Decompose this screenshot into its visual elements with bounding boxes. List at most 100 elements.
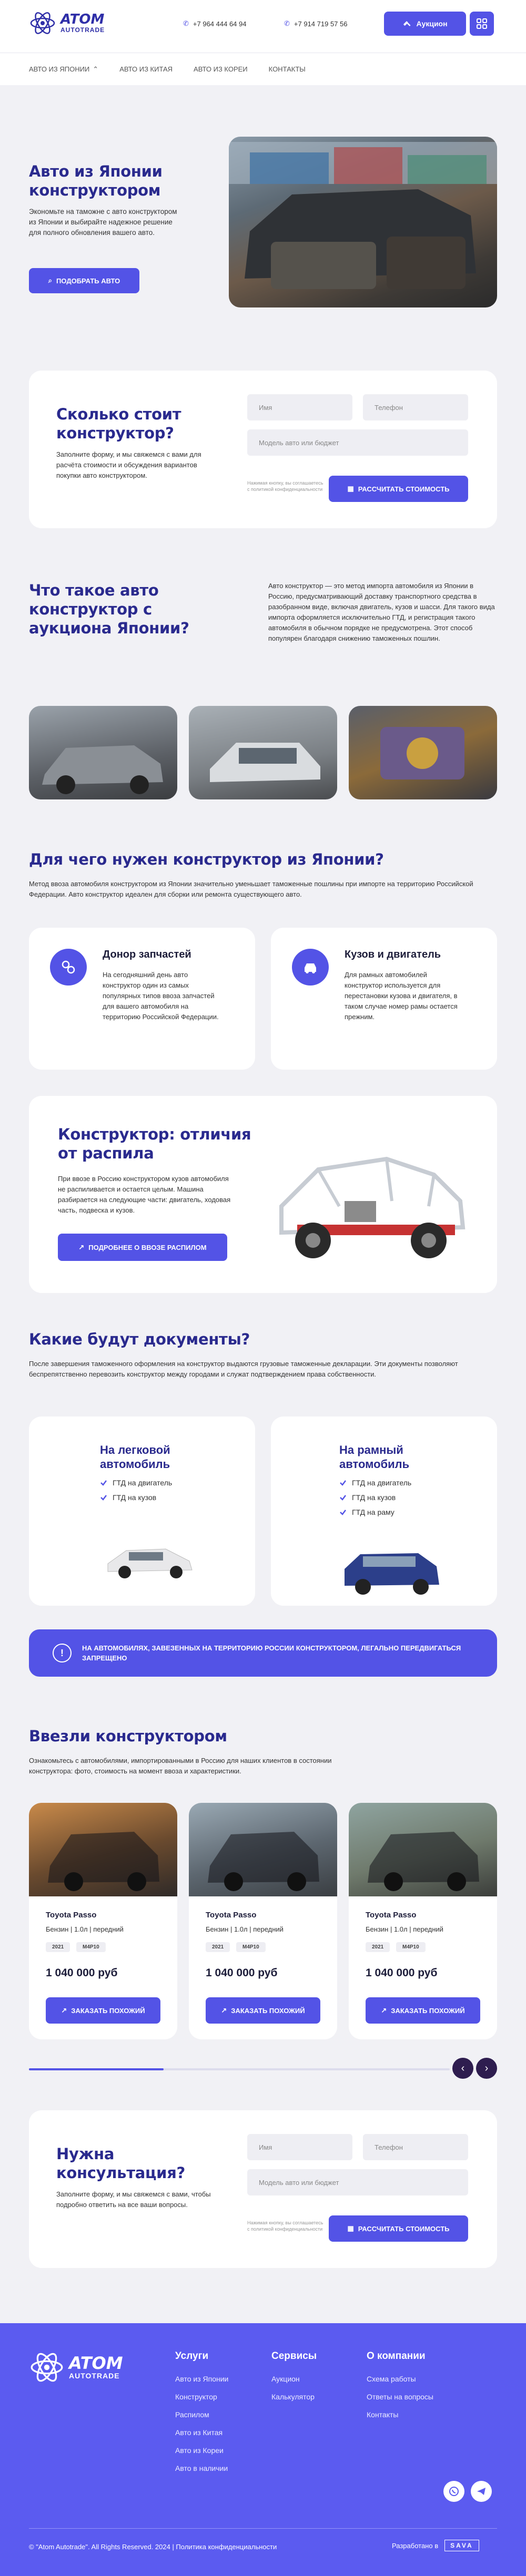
developer-credit[interactable]: Разработано в SAVA <box>392 2540 479 2551</box>
sava-logo: SAVA <box>444 2540 479 2551</box>
why-title: Для чего нужен конструктор из Японии? <box>29 850 384 868</box>
doc-card-frame: На рамный автомобиль ГТД на двигатель ГТ… <box>271 1417 497 1606</box>
car-code-badge: M4P10 <box>236 1942 266 1952</box>
footer-link[interactable]: Распилом <box>175 2410 228 2419</box>
nav-korea[interactable]: АВТО ИЗ КОРЕИ <box>194 65 248 73</box>
footer-divider <box>29 2528 497 2529</box>
doc-item: ГТД на кузов <box>100 1493 172 1502</box>
car-price: 1 040 000 руб <box>366 1967 438 1979</box>
menu-button[interactable] <box>470 12 494 36</box>
consult-name-input[interactable]: Имя <box>247 2134 352 2160</box>
car-spec: Бензин | 1.0л | передний <box>206 1925 284 1933</box>
body-engine-card: Кузов и двигатель Для рамных автомобилей… <box>271 928 497 1070</box>
doc-card-sedan-title: На легковой автомобиль <box>100 1443 170 1471</box>
donor-card-title: Донор запчастей <box>103 949 191 960</box>
pick-car-button[interactable]: ⌕ ПОДОБРАТЬ АВТО <box>29 268 139 293</box>
check-icon <box>340 1480 346 1486</box>
doc-item: ГТД на кузов <box>339 1493 411 1502</box>
cost-form-title: Сколько стоит конструктор? <box>56 405 181 442</box>
consent-text: Нажимая кнопку, вы соглашаетесь с полити… <box>247 480 323 492</box>
nav-japan[interactable]: АВТО ИЗ ЯПОНИИ ⌃ <box>29 65 98 74</box>
car-icon <box>305 963 316 973</box>
telegram-button[interactable] <box>471 2481 492 2502</box>
what-title: Что такое авто конструктор с аукциона Яп… <box>29 581 189 637</box>
car-name: Toyota Passo <box>206 1911 257 1920</box>
footer-logo[interactable]: ATOM AUTOTRADE <box>29 2349 123 2385</box>
name-input[interactable]: Имя <box>247 394 352 420</box>
check-icon <box>340 1495 346 1501</box>
header: ATOM AUTOTRADE ✆ +7 964 444 64 94 ✆ +7 9… <box>0 0 526 53</box>
arrow-up-right-icon: ↗ <box>221 2006 227 2014</box>
car-code-badge: M4P10 <box>76 1942 106 1952</box>
logo[interactable]: ATOM AUTOTRADE <box>29 9 105 37</box>
phone-input[interactable]: Телефон <box>363 394 468 420</box>
car-card: Toyota Passo Бензин | 1.0л | передний 20… <box>189 1803 337 2039</box>
footer-link[interactable]: Контакты <box>367 2410 433 2419</box>
footer-link[interactable]: Калькулятор <box>271 2393 317 2401</box>
nav-contacts[interactable]: КОНТАКТЫ <box>269 65 306 73</box>
footer-col-title: О компании <box>367 2351 426 2362</box>
car-photo[interactable] <box>189 1803 337 1896</box>
footer-link[interactable]: Авто из Китая <box>175 2428 228 2437</box>
model-input[interactable]: Модель авто или бюджет <box>247 429 468 456</box>
check-icon <box>340 1510 346 1515</box>
footer-link[interactable]: Авто из Кореи <box>175 2446 228 2455</box>
phone-1[interactable]: ✆ +7 964 444 64 94 <box>183 19 246 28</box>
footer-link[interactable]: Авто из Японии <box>175 2375 228 2383</box>
gavel-icon <box>403 21 411 26</box>
phone-icon: ✆ <box>183 19 189 27</box>
footer-link[interactable]: Конструктор <box>175 2393 228 2401</box>
car-year-badge: 2021 <box>46 1942 70 1952</box>
car-price: 1 040 000 руб <box>46 1967 118 1979</box>
what-text: Авто конструктор — это метод импорта авт… <box>268 582 495 642</box>
calc-cost-button[interactable]: ▦ РАССЧИТАТЬ СТОИМОСТЬ <box>329 476 468 502</box>
suv-image <box>339 1548 444 1598</box>
consult-calc-button[interactable]: ▦ РАССЧИТАТЬ СТОИМОСТЬ <box>329 2215 468 2242</box>
slider-prev-button[interactable]: ‹ <box>452 2058 473 2079</box>
footer-link[interactable]: Схема работы <box>367 2375 433 2383</box>
arrow-up-right-icon: ↗ <box>61 2006 67 2014</box>
atom-icon <box>31 2353 63 2382</box>
slider-next-button[interactable]: › <box>476 2058 497 2079</box>
parts-icon-badge <box>50 949 87 986</box>
copyright[interactable]: © "Atom Autotrade". All Rights Reserved.… <box>29 2543 277 2551</box>
check-icon <box>100 1480 107 1486</box>
order-similar-button[interactable]: ↗ ЗАКАЗАТЬ ПОХОЖИЙ <box>206 1997 320 2024</box>
logo-name: ATOM <box>60 12 105 27</box>
car-photo[interactable] <box>349 1803 497 1896</box>
doc-card-frame-title: На рамный автомобиль <box>339 1443 410 1471</box>
what-section: Что такое авто конструктор с аукциона Яп… <box>29 581 497 823</box>
saw-details-button[interactable]: ↗ ПОДРОБНЕЕ О ВВОЗЕ РАСПИЛОМ <box>58 1234 227 1261</box>
auction-button[interactable]: Аукцион <box>384 12 466 36</box>
doc-item: ГТД на двигатель <box>339 1479 411 1487</box>
arrow-up-right-icon: ↗ <box>78 1243 85 1251</box>
footer-link[interactable]: Ответы на вопросы <box>367 2393 433 2401</box>
whatsapp-button[interactable] <box>443 2481 464 2502</box>
diff-text: При ввозе в Россию конструктором кузов а… <box>58 1175 231 1214</box>
order-similar-button[interactable]: ↗ ЗАКАЗАТЬ ПОХОЖИЙ <box>46 1997 160 2024</box>
imported-title: Ввезли конструктором <box>29 1727 227 1745</box>
slider-progress-fill <box>29 2068 164 2070</box>
doc-list-frame: ГТД на двигатель ГТД на кузов ГТД на рам… <box>339 1479 411 1523</box>
footer-col-company: О компании Схема работы Ответы на вопрос… <box>367 2351 433 2428</box>
donor-card: Донор запчастей На сегодняшний день авто… <box>29 928 255 1070</box>
phone-2[interactable]: ✆ +7 914 719 57 56 <box>284 19 347 28</box>
footer: ATOM AUTOTRADE Услуги Авто из Японии Кон… <box>0 2323 526 2576</box>
nav-china[interactable]: АВТО ИЗ КИТАЯ <box>119 65 173 73</box>
arrow-up-right-icon: ↗ <box>381 2006 387 2014</box>
gallery-image-3 <box>349 706 497 799</box>
order-similar-button[interactable]: ↗ ЗАКАЗАТЬ ПОХОЖИЙ <box>366 1997 480 2024</box>
consult-text: Заполните форму, и мы свяжемся с вами, ч… <box>56 2190 211 2209</box>
footer-link[interactable]: Аукцион <box>271 2375 317 2383</box>
cost-form-text: Заполните форму, и мы свяжемся с вами дл… <box>56 450 201 479</box>
car-card: Toyota Passo Бензин | 1.0л | передний 20… <box>29 1803 177 2039</box>
consult-title: Нужна консультация? <box>56 2145 186 2182</box>
car-spec: Бензин | 1.0л | передний <box>366 1925 443 1933</box>
footer-col-tools: Сервисы Аукцион Калькулятор <box>271 2351 317 2410</box>
car-photo[interactable] <box>29 1803 177 1896</box>
gallery-image-1 <box>29 706 177 799</box>
consult-phone-input[interactable]: Телефон <box>363 2134 468 2160</box>
doc-item: ГТД на двигатель <box>100 1479 172 1487</box>
footer-link[interactable]: Авто в наличии <box>175 2464 228 2472</box>
consult-model-input[interactable]: Модель авто или бюджет <box>247 2169 468 2195</box>
